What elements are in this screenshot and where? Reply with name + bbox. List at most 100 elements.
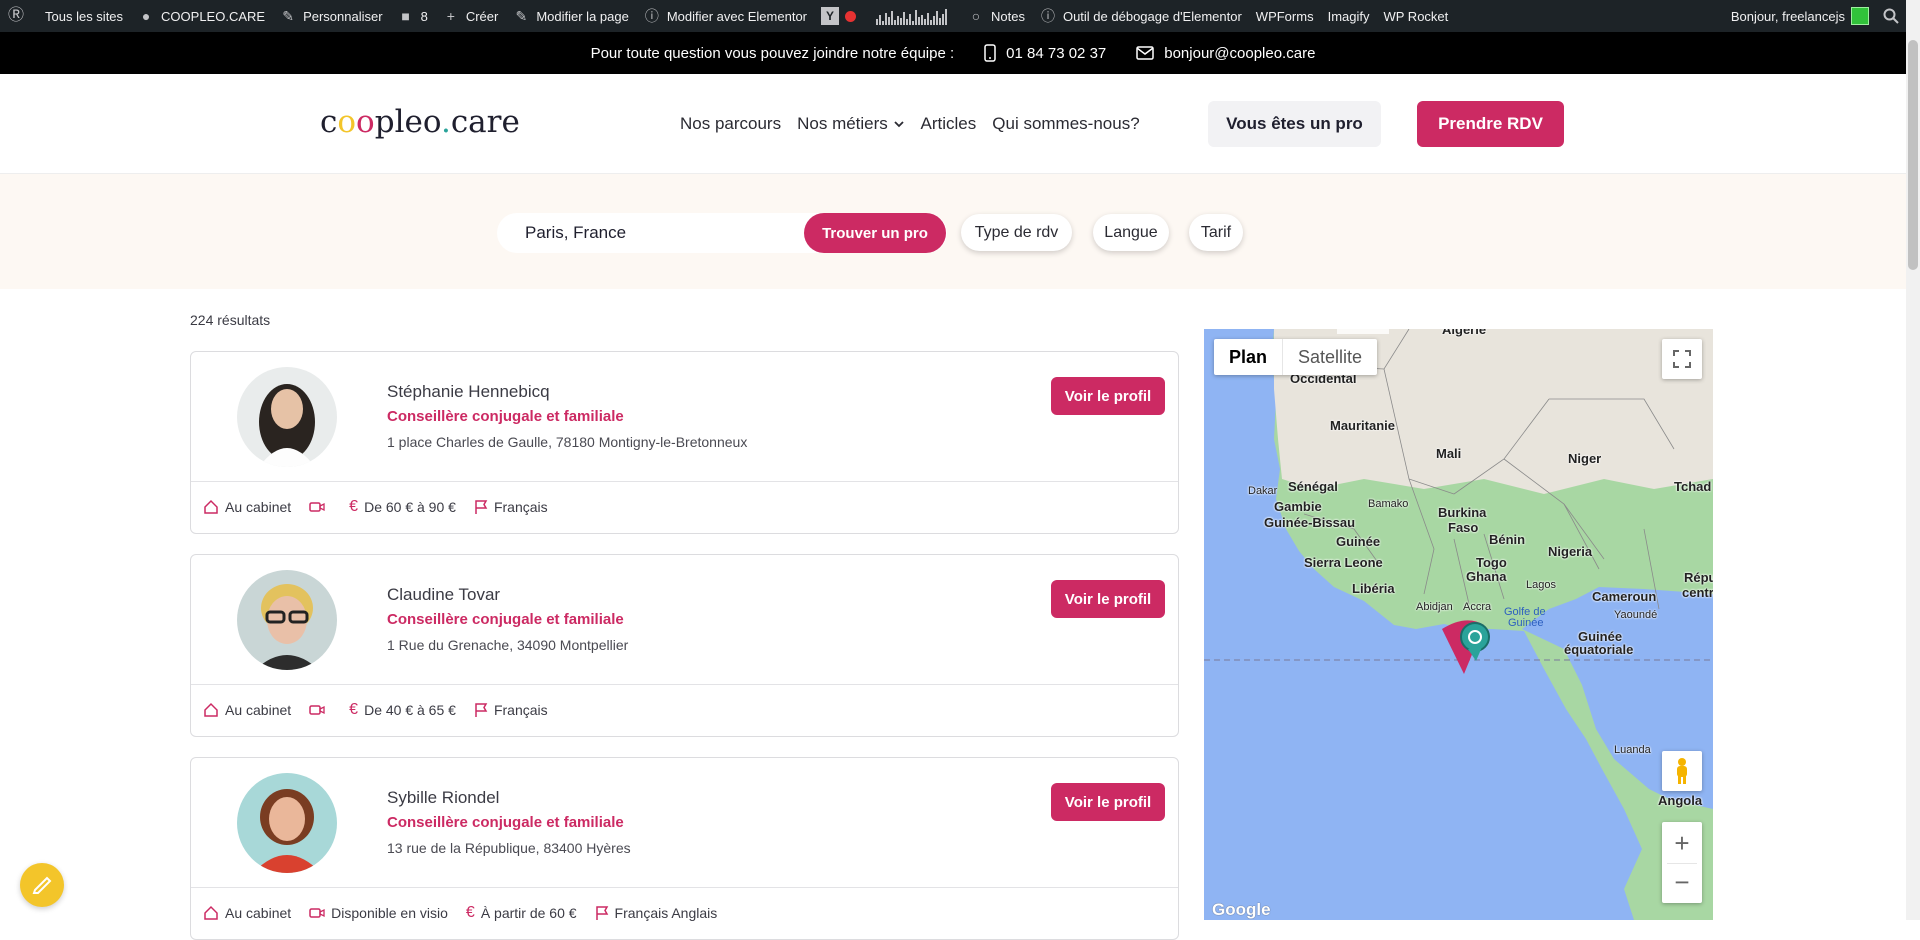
practitioner-photo [237,570,337,670]
map-type-plan[interactable]: Plan [1214,339,1282,375]
yoast-icon: Y [821,7,839,25]
euro-icon: € [349,498,359,515]
video-icon [309,908,325,918]
practitioner-job: Conseillère conjugale et familiale [387,611,624,628]
nav-item-articles[interactable]: Articles [921,114,977,134]
scrollbar-thumb[interactable] [1908,40,1918,270]
nav-item-parcours[interactable]: Nos parcours [680,114,781,134]
street-view-pegman-icon[interactable] [1662,751,1702,791]
pro-button[interactable]: Vous êtes un pro [1208,101,1381,147]
feature-price: € De 40 € à 65 € [349,701,456,718]
admin-bar-new[interactable]: + Créer [435,0,506,32]
map-marker-teal-icon[interactable] [1460,622,1490,652]
admin-bar-query-monitor[interactable] [863,0,960,32]
logo-pink-dot: o [356,104,375,140]
feature-languages: Français [474,702,548,718]
comment-icon: ■ [401,8,410,24]
feature-price: € À partir de 60 € [465,904,577,921]
feature-visio [309,500,331,514]
feedback-fab-icon[interactable] [20,863,64,907]
home-icon [204,499,218,514]
mail-icon [1136,46,1154,60]
admin-bar-notes[interactable]: ○ Notes [960,0,1032,32]
result-card: Stéphanie Hennebicq Conseillère conjugal… [190,351,1179,534]
home-icon [204,702,218,717]
zoom-control: + − [1662,822,1702,903]
google-logo: Google [1212,900,1271,919]
fullscreen-icon[interactable] [1662,339,1702,379]
admin-bar-elementor-debug[interactable]: ⓘ Outil de débogage d'Elementor [1032,0,1249,32]
wordpress-logo-icon[interactable]: Ⓡ [0,0,38,32]
view-profile-button[interactable]: Voir le profil [1051,783,1165,821]
contact-bar: Pour toute question vous pouvez joindre … [0,32,1906,74]
practitioner-address: 1 place Charles de Gaulle, 78180 Montign… [387,434,748,450]
info-icon: ⓘ [1040,8,1055,24]
filter-langue[interactable]: Langue [1093,214,1169,251]
feature-languages: Français Anglais [595,905,717,921]
main-nav: Nos parcours Nos métiers Articles Qui so… [680,114,1140,134]
zoom-in-button[interactable]: + [1674,823,1689,863]
result-card: Claudine Tovar Conseillère conjugale et … [190,554,1179,737]
admin-bar-elementor[interactable]: ⓘ Modifier avec Elementor [636,0,814,32]
elementor-icon: ⓘ [644,8,659,24]
practitioner-name[interactable]: Claudine Tovar [387,585,500,605]
location-input[interactable] [525,213,785,253]
wp-admin-bar: Ⓡ Tous les sites ● COOPLEO.CARE ✎ Personna… [0,0,1906,32]
admin-bar-all-sites[interactable]: Tous les sites [38,0,130,32]
admin-bar-site[interactable]: ● COOPLEO.CARE [130,0,272,32]
flag-icon [595,906,608,920]
feature-price: € De 60 € à 90 € [349,498,456,515]
email-link[interactable]: bonjour@coopleo.care [1136,45,1315,62]
brush-icon: ✎ [282,8,294,24]
euro-icon: € [349,701,359,718]
book-appointment-button[interactable]: Prendre RDV [1417,101,1564,147]
logo-yellow-dot: o [337,104,357,140]
map-type-control: Plan Satellite [1214,339,1378,375]
practitioner-address: 13 rue de la République, 83400 Hyères [387,840,631,856]
chevron-down-icon [893,121,904,128]
site-logo[interactable]: coopleo.care [320,104,520,140]
admin-bar-account[interactable]: Bonjour, freelancejs [1724,0,1876,32]
find-pro-button[interactable]: Trouver un pro [804,213,946,253]
practitioner-name[interactable]: Sybille Riondel [387,788,499,808]
result-card: Sybille Riondel Conseillère conjugale et… [190,757,1179,940]
video-icon [309,705,325,715]
contact-text: Pour toute question vous pouvez joindre … [590,44,955,62]
admin-bar-imagify[interactable]: Imagify [1321,0,1377,32]
view-profile-button[interactable]: Voir le profil [1051,377,1165,415]
admin-bar-wpforms[interactable]: WPForms [1249,0,1321,32]
admin-bar-customize[interactable]: ✎ Personnaliser [272,0,390,32]
flag-icon [475,500,488,514]
admin-bar-yoast[interactable]: Y [814,0,863,32]
video-icon [309,502,325,512]
practitioner-address: 1 Rue du Grenache, 34090 Montpellier [387,637,629,653]
results-map[interactable]: Algérie Occidental Mauritanie Mali Niger… [1204,329,1713,920]
practitioner-job: Conseillère conjugale et familiale [387,814,624,831]
seo-status-dot [845,10,856,22]
map-type-satellite[interactable]: Satellite [1282,339,1377,375]
page-scrollbar[interactable] [1906,0,1920,920]
view-profile-button[interactable]: Voir le profil [1051,580,1165,618]
filter-tarif[interactable]: Tarif [1189,214,1243,251]
feature-location: Au cabinet [203,499,291,515]
euro-icon: € [465,904,475,921]
admin-bar-edit-page[interactable]: ✎ Modifier la page [505,0,636,32]
site-header: coopleo.care Nos parcours Nos métiers Ar… [0,74,1906,174]
nav-item-metiers[interactable]: Nos métiers [797,114,904,134]
plus-icon: + [446,8,455,24]
practitioner-name[interactable]: Stéphanie Hennebicq [387,382,550,402]
search-icon[interactable] [1876,0,1906,32]
filter-type-rdv[interactable]: Type de rdv [961,214,1072,251]
feature-location: Au cabinet [203,905,291,921]
flag-icon [475,703,488,717]
feature-visio: Disponible en visio [309,905,448,921]
home-icon [204,905,218,920]
admin-bar-wp-rocket[interactable]: WP Rocket [1376,0,1455,32]
admin-bar-comments[interactable]: ■ 8 [390,0,435,32]
zoom-out-button[interactable]: − [1667,862,1697,903]
practitioner-photo [237,773,337,873]
phone-link[interactable]: 01 84 73 02 37 [984,44,1106,62]
nav-item-qui-sommes-nous[interactable]: Qui sommes-nous? [992,114,1139,134]
speech-bubble-icon: ○ [971,8,981,24]
dashboard-icon: ● [141,8,151,24]
